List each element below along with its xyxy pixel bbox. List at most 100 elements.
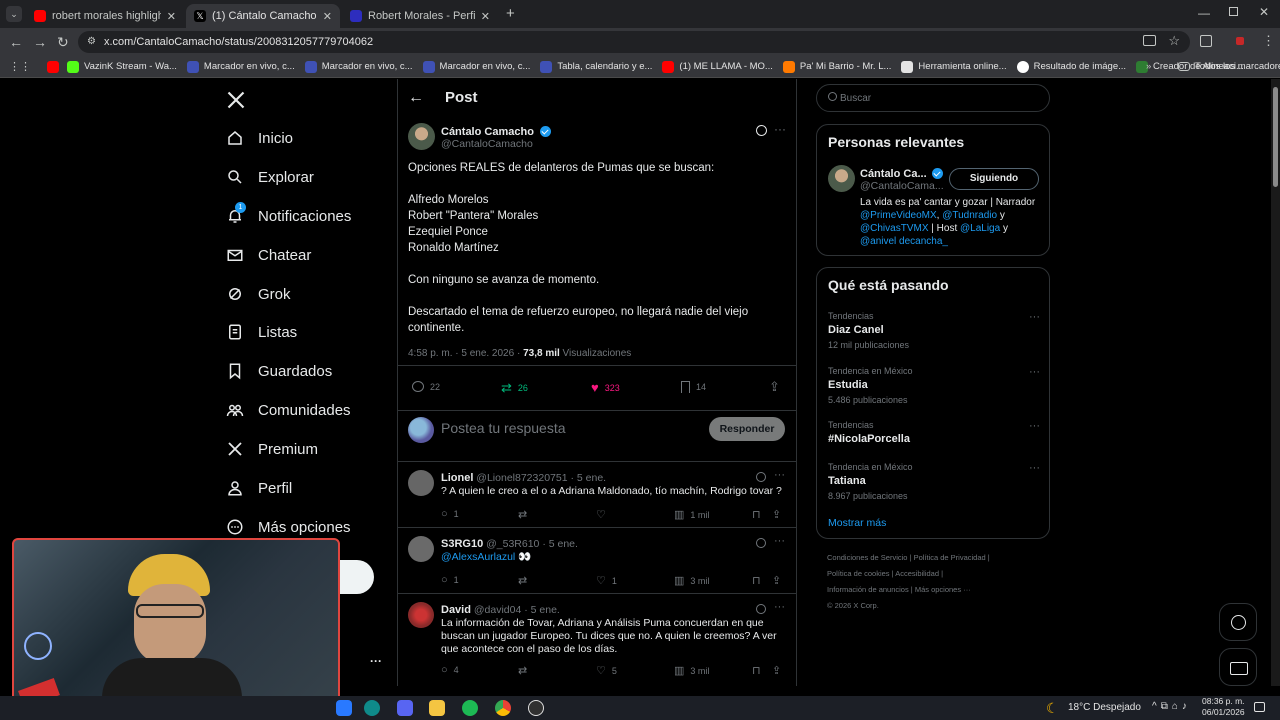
back-icon[interactable]: ← <box>9 34 23 50</box>
grok-icon[interactable] <box>756 604 766 614</box>
bookmark-button[interactable]: ⊓ <box>752 664 761 677</box>
trend-more-icon[interactable]: ··· <box>1029 366 1040 378</box>
nav-item-chatear[interactable]: Chatear <box>226 237 311 273</box>
share-button[interactable]: ⇪ <box>769 379 780 395</box>
trend-more-icon[interactable]: ··· <box>1029 462 1040 474</box>
chrome-icon[interactable] <box>495 700 511 716</box>
bookmark-item[interactable]: Marcador en vivo, c... <box>186 60 295 73</box>
share-button[interactable]: ⇪ <box>772 664 781 677</box>
tray-icons[interactable]: ^⧉⌂♪ <box>1152 701 1191 712</box>
forward-icon[interactable]: → <box>33 34 47 50</box>
clock-time[interactable]: 08:36 p. m. <box>1202 696 1245 706</box>
bookmark-youtube[interactable] <box>47 60 59 73</box>
clock-date[interactable]: 06/01/2026 <box>1202 707 1245 717</box>
footer-line[interactable]: Condiciones de Servicio | Política de Pr… <box>827 550 1047 566</box>
tab-list-button[interactable]: ⌄ <box>6 6 22 22</box>
reply-button[interactable]: 22 <box>412 381 440 392</box>
nav-item-comunidades[interactable]: Comunidades <box>226 392 351 428</box>
relevant-avatar[interactable] <box>828 165 855 192</box>
bookmark-button[interactable]: 14 <box>681 381 706 393</box>
author-handle[interactable]: @CantaloCamacho <box>441 138 533 150</box>
scrollbar[interactable] <box>1271 79 1280 686</box>
reply-author-handle[interactable]: @david04 · 5 ene. <box>471 604 560 616</box>
repost-button[interactable]: ⇄ <box>518 664 527 677</box>
bookmark-button[interactable]: ⊓ <box>752 574 761 587</box>
close-tab-icon[interactable]: ✕ <box>167 10 176 23</box>
star-icon[interactable]: ☆ <box>1168 33 1180 49</box>
menu-icon[interactable]: ⋮ <box>1262 33 1275 49</box>
trend-item[interactable]: Tendencia en México Tatiana 8.967 publicac… <box>828 462 1040 501</box>
restore-icon[interactable] <box>1229 7 1238 16</box>
reply-mention[interactable]: @AlexsAurlazul <box>441 551 515 563</box>
browser-tab-profile[interactable]: Robert Morales - Perfil del juga ✕ <box>342 4 498 28</box>
reply-author-name[interactable]: Lionel <box>441 472 473 484</box>
author-avatar[interactable] <box>408 123 435 150</box>
reply-avatar[interactable] <box>408 470 434 496</box>
bio-mention[interactable]: @Tudnradio <box>942 210 997 221</box>
trend-more-icon[interactable]: ··· <box>1029 420 1040 432</box>
nav-item-perfil[interactable]: Perfil <box>226 470 292 506</box>
grok-icon[interactable] <box>756 472 766 482</box>
account-more-icon[interactable]: ··· <box>370 654 382 668</box>
spotify-icon[interactable] <box>462 700 478 716</box>
reply-item[interactable]: S3RG10 @_53R610 · 5 ene. ··· @AlexsAurlazu… <box>398 527 796 593</box>
footer-line[interactable]: Política de cookies | Accesibilidad | <box>827 566 1047 582</box>
close-window-icon[interactable]: ✕ <box>1259 5 1269 19</box>
reply-item[interactable]: David @david04 · 5 ene. ··· La información… <box>398 593 796 683</box>
nav-item-grok[interactable]: Grok <box>226 276 291 312</box>
edge-icon[interactable] <box>364 700 380 716</box>
reply-button[interactable]: ○ 1 <box>441 574 459 586</box>
x-logo-icon[interactable] <box>226 90 246 110</box>
reply-button[interactable]: ○ 4 <box>441 664 459 676</box>
author-name[interactable]: Cántalo Camacho <box>441 126 534 138</box>
reply-more-icon[interactable]: ··· <box>774 469 785 481</box>
install-icon[interactable] <box>1143 35 1156 46</box>
minimize-icon[interactable]: — <box>1198 6 1210 20</box>
bookmark-item[interactable]: Herramienta online... <box>901 60 1007 73</box>
reply-more-icon[interactable]: ··· <box>774 535 785 547</box>
grok-icon[interactable] <box>756 538 766 548</box>
close-tab-icon[interactable]: ✕ <box>323 10 332 23</box>
site-info-icon[interactable]: ⚙ <box>87 36 96 47</box>
new-tab-icon[interactable]: + <box>506 5 515 22</box>
bookmark-button[interactable]: ⊓ <box>752 508 761 521</box>
all-bookmarks[interactable]: Todos los marcadores <box>1178 61 1280 72</box>
extension-red-icon[interactable] <box>1236 37 1244 45</box>
obs-icon[interactable] <box>528 700 544 716</box>
browser-tab-x[interactable]: 𝕏 (1) Cántalo Camacho en X: "Op ✕ <box>186 4 340 28</box>
post-more-icon[interactable]: ··· <box>774 122 786 136</box>
reload-icon[interactable]: ↻ <box>57 34 69 50</box>
back-arrow-icon[interactable]: ← <box>408 89 424 107</box>
search-box[interactable]: Buscar <box>816 84 1050 112</box>
trend-item[interactable]: Tendencia en México Estudia 5.486 publicac… <box>828 366 1040 405</box>
address-bar[interactable]: ⚙ x.com/CantaloCamacho/status/2008312057… <box>78 31 1190 53</box>
extensions-icon[interactable] <box>1200 35 1212 47</box>
nav-item-premium[interactable]: Premium <box>226 431 318 467</box>
bio-mention[interactable]: @ChivasTVMX <box>860 223 929 234</box>
nav-item-guardados[interactable]: Guardados <box>226 353 332 389</box>
reply-button[interactable]: ○ 1 <box>441 508 459 520</box>
nav-item-notificaciones[interactable]: 1 Notificaciones <box>226 198 351 234</box>
reply-author-name[interactable]: S3RG10 <box>441 538 483 550</box>
reply-submit-button[interactable]: Responder <box>709 417 785 441</box>
repost-button[interactable]: ⇄ <box>518 508 527 521</box>
bio-mention[interactable]: @LaLiga <box>960 223 1000 234</box>
repost-button[interactable]: ⇄ <box>518 574 527 587</box>
folder-icon[interactable] <box>429 700 445 716</box>
views-button[interactable]: ▥ 3 mil <box>674 664 709 677</box>
discord-icon[interactable] <box>397 700 413 716</box>
trend-more-icon[interactable]: ··· <box>1029 311 1040 323</box>
reply-author-handle[interactable]: @Lionel872320751 · 5 ene. <box>473 472 606 484</box>
share-button[interactable]: ⇪ <box>772 508 781 521</box>
notifications-icon[interactable] <box>1254 702 1265 712</box>
taskbar-app-icon[interactable] <box>336 700 352 716</box>
more-bookmarks-icon[interactable]: » <box>1146 61 1151 72</box>
bookmark-item[interactable]: (1) ME LLAMA - MO... <box>662 60 773 73</box>
weather-text[interactable]: 18°C Despejado <box>1068 702 1141 713</box>
reply-more-icon[interactable]: ··· <box>774 601 785 613</box>
messages-floating-button[interactable] <box>1219 648 1257 686</box>
reply-avatar[interactable] <box>408 602 434 628</box>
grok-floating-button[interactable] <box>1219 603 1257 641</box>
nav-item-explorar[interactable]: Explorar <box>226 159 314 195</box>
weather-icon[interactable]: ☾ <box>1046 700 1059 717</box>
